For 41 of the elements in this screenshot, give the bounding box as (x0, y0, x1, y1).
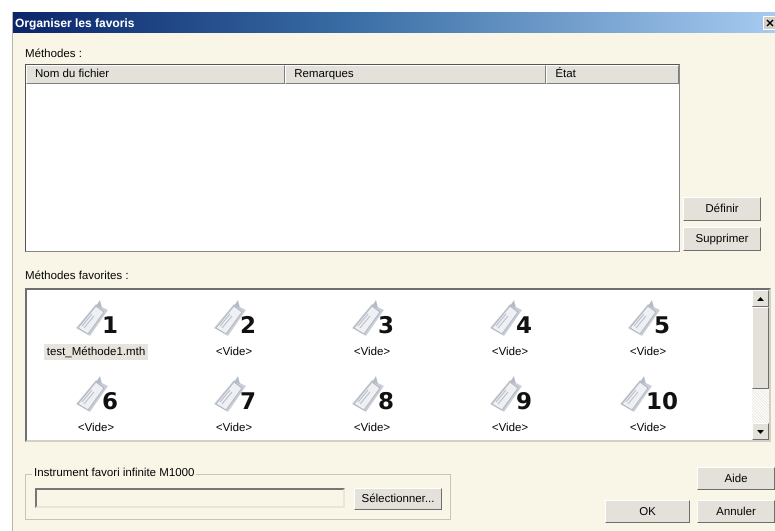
favorite-name[interactable]: <Vide> (488, 420, 532, 436)
column-header[interactable]: Remarques (285, 65, 546, 84)
favorite-name[interactable]: <Vide> (350, 344, 394, 360)
favorites-label: Méthodes favorites : (25, 270, 130, 284)
favorite-number: 8 (378, 391, 394, 414)
favorite-name[interactable]: <Vide> (350, 420, 394, 436)
favorite-name[interactable]: <Vide> (212, 420, 256, 436)
close-icon (766, 18, 774, 26)
favorite-name[interactable]: <Vide> (626, 344, 670, 360)
scroll-thumb[interactable] (752, 307, 769, 389)
ok-button[interactable]: OK (605, 500, 690, 523)
favorite-number: 2 (240, 315, 256, 338)
favorite-number: 7 (240, 391, 256, 414)
favorite-number: 3 (378, 315, 394, 338)
group-legend: Instrument favori infinite M1000 (32, 467, 196, 479)
cancel-button[interactable]: Annuler (697, 500, 775, 523)
down-arrow-icon (757, 430, 764, 434)
favorite-number: 6 (102, 391, 118, 414)
scrollbar[interactable] (752, 290, 769, 440)
favorite-number: 9 (516, 391, 532, 414)
help-button[interactable]: Aide (697, 467, 775, 490)
close-button[interactable] (763, 16, 775, 30)
scroll-down-button[interactable] (752, 423, 769, 440)
favorite-name[interactable]: <Vide> (74, 420, 118, 436)
side-button[interactable]: Supprimer (683, 227, 761, 251)
column-header[interactable]: Nom du fichier (26, 65, 286, 84)
column-header[interactable]: État (546, 65, 679, 84)
window-title: Organiser les favoris (14, 16, 134, 30)
favorite-number: 4 (516, 315, 532, 338)
methods-label: Méthodes : (25, 48, 83, 62)
favorite-number: 5 (654, 315, 670, 338)
favorite-name[interactable]: test_Méthode1.mth (44, 344, 148, 360)
favorite-number: 1 (102, 315, 118, 338)
scroll-up-button[interactable] (752, 290, 769, 307)
favorite-name[interactable]: <Vide> (212, 344, 256, 360)
select-button[interactable]: Sélectionner... (354, 488, 442, 510)
favorite-name[interactable]: <Vide> (488, 344, 532, 360)
favorite-name[interactable]: <Vide> (626, 420, 670, 436)
up-arrow-icon (757, 296, 764, 300)
side-button[interactable]: Définir (683, 197, 761, 221)
favorite-number: 10 (646, 391, 678, 414)
